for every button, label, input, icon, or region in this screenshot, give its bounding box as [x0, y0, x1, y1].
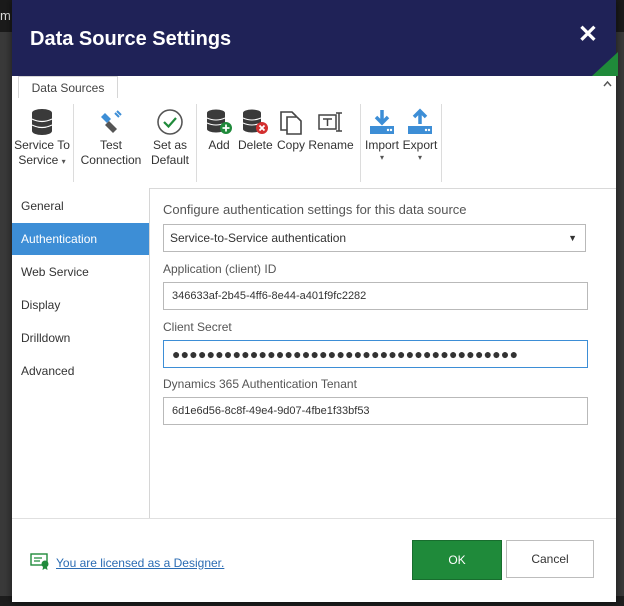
test-connection-label-2: Connection: [80, 153, 142, 167]
close-icon[interactable]: ✕: [578, 20, 598, 49]
license-info: You are licensed as a Designer.: [30, 552, 224, 573]
rename-icon: [308, 106, 354, 138]
copy-button[interactable]: Copy: [274, 106, 308, 153]
database-icon: [14, 106, 70, 138]
database-add-icon: [202, 106, 236, 138]
test-connection-label-1: Test: [99, 138, 122, 152]
section-heading: Configure authentication settings for th…: [163, 202, 467, 217]
background-left-strip: [0, 32, 12, 606]
plug-icon: [78, 106, 144, 138]
add-button[interactable]: Add: [202, 106, 236, 153]
copy-icon: [274, 106, 308, 138]
cancel-button[interactable]: Cancel: [506, 540, 594, 578]
client-secret-label: Client Secret: [163, 320, 232, 334]
tab-data-sources[interactable]: Data Sources: [18, 76, 118, 100]
service-to-service-label-1: Service To: [14, 138, 70, 152]
dialog-titlebar: Data Source Settings ✕: [12, 0, 618, 76]
export-label: Export: [402, 138, 438, 152]
add-label: Add: [208, 138, 230, 152]
chevron-down-icon: ▾: [379, 153, 384, 162]
rename-label: Rename: [308, 138, 354, 152]
collapse-ribbon-icon[interactable]: [603, 80, 612, 91]
sidebar-item-advanced[interactable]: Advanced: [12, 355, 149, 387]
dialog-title: Data Source Settings: [30, 28, 232, 50]
ribbon-tab-row: Data Sources: [12, 76, 616, 100]
settings-sidebar: General Authentication Web Service Displ…: [12, 188, 150, 518]
corner-accent: [592, 52, 618, 76]
set-as-default-button[interactable]: Set as Default: [148, 106, 192, 168]
chevron-down-icon: ▼: [568, 233, 577, 243]
sidebar-item-web-service[interactable]: Web Service: [12, 256, 149, 288]
app-id-field[interactable]: 346633af-2b45-4ff6-8e44-a401f9fc2282: [163, 282, 588, 310]
tenant-field[interactable]: 6d1e6d56-8c8f-49e4-9d07-4fbe1f33bf53: [163, 397, 588, 425]
ribbon-separator: [73, 104, 74, 182]
checkmark-circle-icon: [148, 106, 192, 138]
sidebar-item-general[interactable]: General: [12, 190, 149, 222]
export-button[interactable]: Export ▾: [402, 106, 438, 163]
import-button[interactable]: Import ▾: [364, 106, 400, 163]
license-link[interactable]: You are licensed as a Designer.: [56, 556, 224, 570]
import-label: Import: [364, 138, 399, 152]
sidebar-item-display[interactable]: Display: [12, 289, 149, 321]
sidebar-item-drilldown[interactable]: Drilldown: [12, 322, 149, 354]
download-icon: [364, 106, 400, 138]
database-delete-icon: [238, 106, 272, 138]
data-source-settings-dialog: Data Source Settings ✕ Data Sources Serv…: [12, 0, 618, 602]
ribbon-separator: [441, 104, 442, 182]
sidebar-item-authentication[interactable]: Authentication: [12, 223, 149, 255]
upload-icon: [402, 106, 438, 138]
ribbon-separator: [360, 104, 361, 182]
set-as-default-label-2: Default: [150, 153, 190, 167]
copy-label: Copy: [276, 138, 305, 152]
chevron-down-icon: ▾: [61, 157, 66, 166]
ok-button[interactable]: OK: [412, 540, 502, 580]
ribbon-separator: [196, 104, 197, 182]
auth-method-select[interactable]: Service-to-Service authentication ▼: [163, 224, 586, 252]
service-to-service-button[interactable]: Service To Service ▾: [14, 106, 70, 168]
delete-button[interactable]: Delete: [238, 106, 273, 153]
client-secret-field[interactable]: ●●●●●●●●●●●●●●●●●●●●●●●●●●●●●●●●●●●●●●●●: [163, 340, 588, 368]
tenant-label: Dynamics 365 Authentication Tenant: [163, 377, 357, 391]
delete-label: Delete: [238, 138, 273, 152]
ribbon-toolbar: Service To Service ▾ Test Connection Set…: [12, 98, 616, 189]
authentication-panel: Configure authentication settings for th…: [163, 188, 593, 518]
app-id-label: Application (client) ID: [163, 262, 277, 276]
footer-divider: [12, 518, 616, 519]
chevron-down-icon: ▾: [417, 153, 422, 162]
test-connection-button[interactable]: Test Connection: [78, 106, 144, 168]
auth-method-value: Service-to-Service authentication: [170, 231, 347, 245]
service-to-service-label-2: Service: [18, 153, 59, 167]
certificate-icon: [30, 552, 50, 573]
set-as-default-label-1: Set as: [152, 138, 188, 152]
background-window-text: m: [0, 8, 11, 23]
rename-button[interactable]: Rename: [308, 106, 354, 153]
